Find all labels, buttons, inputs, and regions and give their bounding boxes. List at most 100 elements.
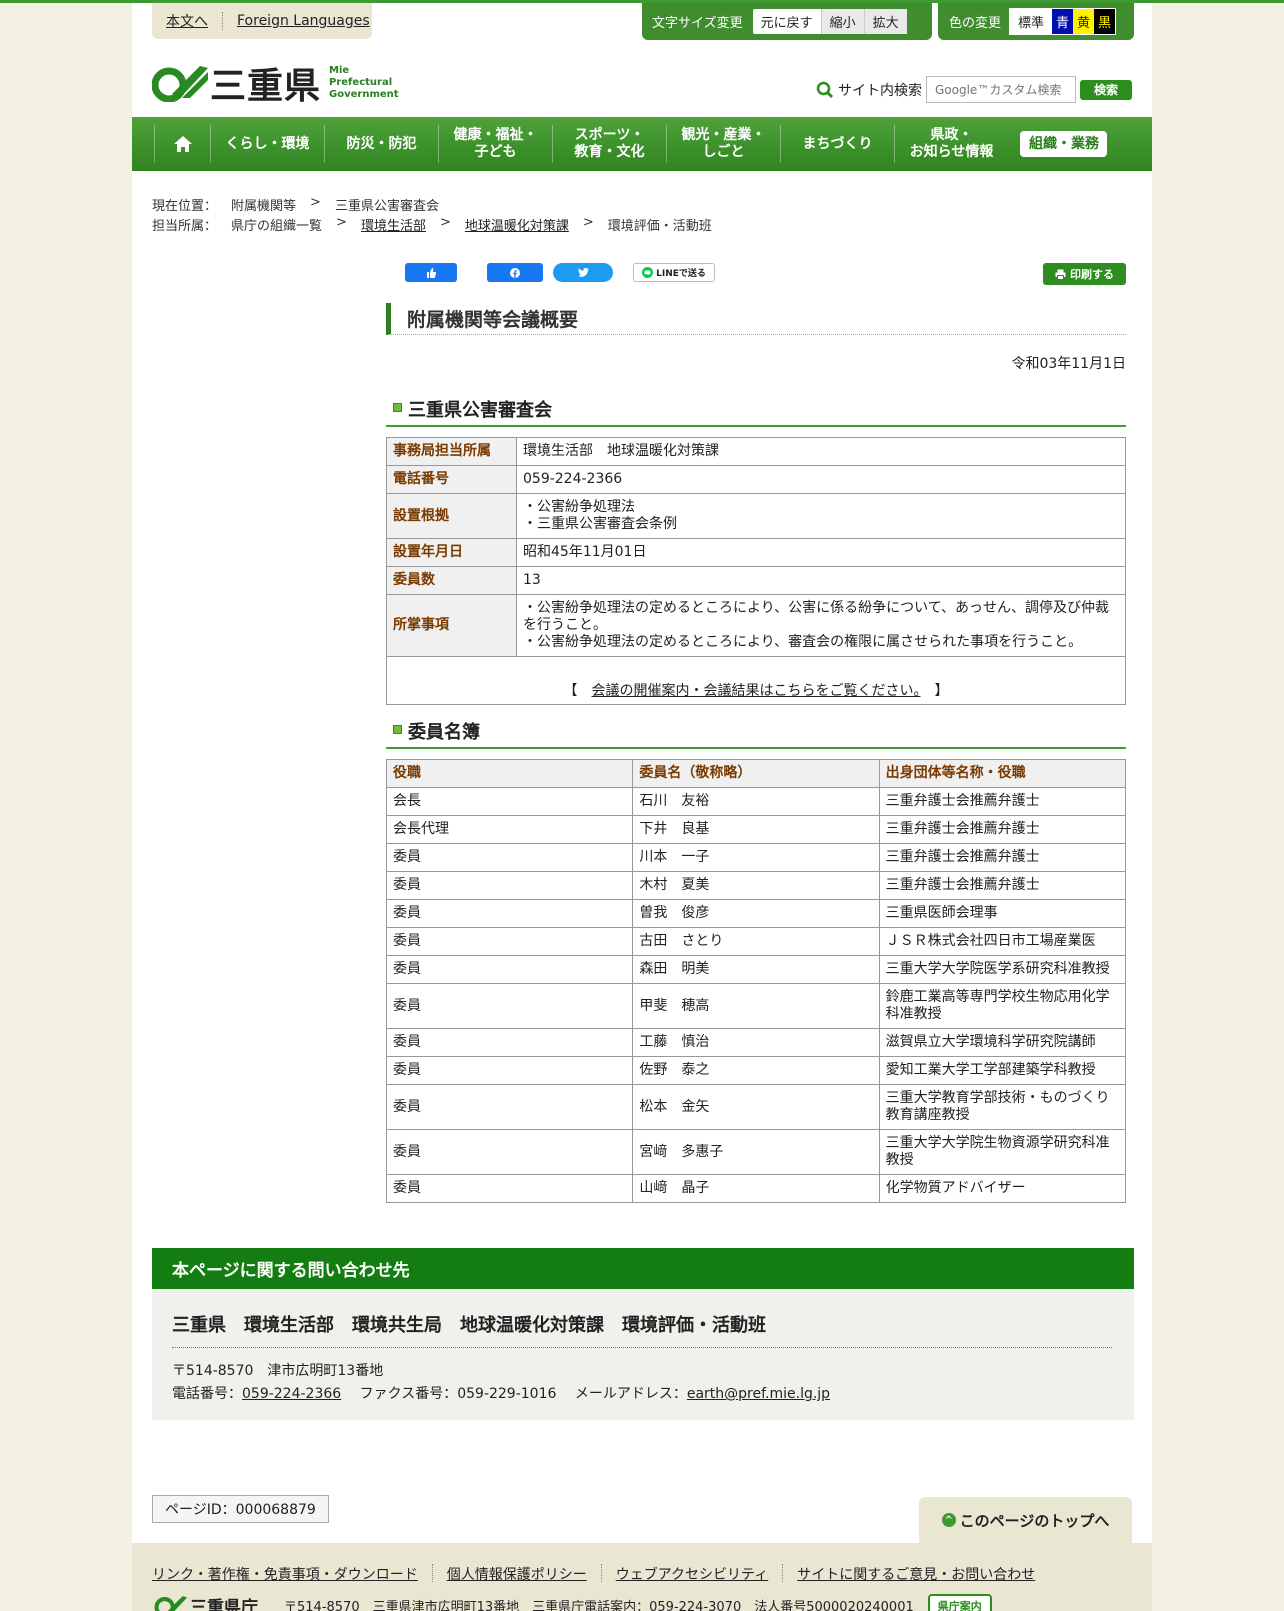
- breadcrumb-current: 現在位置： 附属機関等 > 三重県公害審査会: [152, 195, 453, 214]
- skip-to-content-link[interactable]: 本文へ: [166, 11, 208, 31]
- nav-item-disaster[interactable]: 防災・防犯: [324, 125, 438, 163]
- info-value-line: 13: [523, 572, 541, 588]
- breadcrumb-label: 担当所属：: [152, 219, 218, 234]
- nav-item-life[interactable]: くらし・環境: [210, 125, 324, 163]
- print-button[interactable]: 印刷する: [1043, 263, 1126, 285]
- divider: [431, 1564, 433, 1582]
- breadcrumb-item: 三重県公害審査会: [334, 199, 439, 214]
- nav-item-sports[interactable]: スポーツ・ 教育・文化: [552, 125, 666, 163]
- meeting-link-cell: 【会議の開催案内・会議結果はこちらをご覧ください。】: [386, 656, 1126, 705]
- member-name: 石川 友裕: [632, 787, 880, 816]
- color-standard-button[interactable]: 標準: [1010, 9, 1053, 34]
- footer-link[interactable]: ウェブアクセシビリティ: [616, 1564, 768, 1584]
- breadcrumb-link[interactable]: 地球温暖化対策課: [465, 215, 569, 234]
- logo-en-line: Mie: [329, 65, 350, 76]
- contact-box: 本ページに関する問い合わせ先 三重県 環境生活部 環境共生局 地球温暖化対策課 …: [152, 1248, 1134, 1420]
- breadcrumb-link[interactable]: 環境生活部: [361, 215, 426, 234]
- font-smaller-button[interactable]: 縮小: [820, 9, 864, 34]
- nav-item-prefecture[interactable]: 県政・ お知らせ情報: [894, 125, 1008, 163]
- color-black-button[interactable]: 黒: [1094, 9, 1116, 34]
- member-affiliation: 鈴鹿工業高等専門学校生物応用化学科准教授: [878, 983, 1127, 1029]
- member-affiliation: 三重弁護士会推薦弁護士: [878, 843, 1127, 872]
- meeting-link-row: 【会議の開催案内・会議結果はこちらをご覧ください。】: [386, 656, 1126, 705]
- breadcrumb-separator: >: [582, 215, 594, 230]
- nav-home[interactable]: [154, 125, 210, 163]
- info-value-line: 環境生活部 地球温暖化対策課: [523, 443, 719, 459]
- member-name: 古田 さとり: [632, 927, 880, 956]
- fax-text: ファクス番号：059-229-1016: [359, 1386, 557, 1402]
- color-blue-button[interactable]: 青: [1052, 9, 1074, 34]
- printer-icon: [1055, 269, 1066, 280]
- member-affiliation: ＪＳＲ株式会社四日市工場産業医: [878, 927, 1127, 956]
- table-row: 委員 木村 夏美 三重弁護士会推薦弁護士: [385, 871, 1127, 900]
- footer-info: 三重県庁 〒514-8570 三重県津市広明町13番地 三重県庁電話案内：059…: [152, 1593, 992, 1611]
- info-value-line: 昭和45年11月01日: [523, 544, 647, 560]
- member-role: 委員: [385, 899, 634, 928]
- font-size-buttons: 元に戻す 縮小 拡大: [752, 9, 907, 34]
- nav-item-town[interactable]: まちづくり: [780, 125, 894, 163]
- logo-en-line: Government: [329, 89, 399, 100]
- color-buttons: 標準 青 黄 黒: [1009, 8, 1117, 35]
- page-id: ページID：000068879: [152, 1495, 329, 1523]
- page-title: 附属機関等会議概要: [386, 303, 1126, 335]
- office-guide-button[interactable]: 県庁案内: [927, 1593, 992, 1611]
- info-label: 事務局担当所属: [386, 437, 517, 466]
- member-role: 委員: [385, 1028, 634, 1057]
- member-name: 木村 夏美: [632, 871, 880, 900]
- breadcrumb-separator: >: [310, 195, 321, 210]
- nav-item-health[interactable]: 健康・福祉・ 子ども: [438, 125, 552, 163]
- bracket-close: 】: [934, 683, 949, 699]
- divider: [600, 1564, 602, 1582]
- color-yellow-button[interactable]: 黄: [1073, 9, 1095, 34]
- search-button[interactable]: 検索: [1080, 79, 1132, 100]
- table-row: 委員 松本 金矢 三重大学教育学部技術・ものづくり教育講座教授: [385, 1084, 1127, 1130]
- info-row: 事務局担当所属 環境生活部 地球温暖化対策課: [386, 437, 1126, 466]
- nav-item-tourism[interactable]: 観光・産業・ しごと: [666, 125, 780, 163]
- info-value-line: ・公害紛争処理法: [523, 499, 635, 515]
- footer-link[interactable]: 個人情報保護ポリシー: [447, 1564, 587, 1584]
- facebook-like-button[interactable]: [405, 263, 457, 282]
- line-share-button[interactable]: LINEで送る: [633, 263, 715, 282]
- page: 本文へ Foreign Languages 文字サイズ変更 元に戻す 縮小 拡大…: [132, 3, 1152, 1611]
- table-row: 委員 森田 明美 三重大学大学院医学系研究科准教授: [385, 955, 1127, 984]
- meeting-results-link[interactable]: 会議の開催案内・会議結果はこちらをご覧ください。: [592, 683, 921, 699]
- utility-links: 本文へ Foreign Languages: [152, 3, 372, 39]
- search-input[interactable]: [926, 76, 1076, 103]
- twitter-share-button[interactable]: [553, 263, 613, 282]
- logo-en-line: Prefectural: [329, 77, 393, 88]
- member-name: 工藤 慎治: [632, 1028, 880, 1057]
- mail-link[interactable]: earth@pref.mie.lg.jp: [687, 1386, 830, 1402]
- column-header: 出身団体等名称・役職: [878, 759, 1127, 788]
- info-label: 設置年月日: [386, 538, 517, 567]
- contact-organization: 三重県 環境生活部 環境共生局 地球温暖化対策課 環境評価・活動班: [172, 1311, 1112, 1348]
- info-row: 委員数 13: [386, 566, 1126, 595]
- font-larger-button[interactable]: 拡大: [863, 9, 907, 34]
- member-name: 下井 良基: [632, 815, 880, 844]
- info-row: 電話番号 059-224-2366: [386, 465, 1126, 494]
- contact-address: 〒514-8570 津市広明町13番地: [172, 1363, 384, 1379]
- font-reset-button[interactable]: 元に戻す: [753, 9, 821, 34]
- back-to-top-button[interactable]: ^ このページのトップへ: [919, 1497, 1132, 1543]
- phone-link[interactable]: 059-224-2366: [242, 1386, 341, 1402]
- facebook-share-button[interactable]: [487, 263, 543, 282]
- contact-details: 〒514-8570 津市広明町13番地 電話番号：059-224-2366 ファ…: [172, 1360, 1114, 1406]
- thumbs-up-icon: [427, 267, 436, 278]
- home-icon: [173, 136, 192, 152]
- member-affiliation: 三重大学教育学部技術・ものづくり教育講座教授: [878, 1084, 1127, 1130]
- column-header: 委員名（敬称略）: [632, 759, 880, 788]
- nav-item-organization[interactable]: 組織・業務: [1020, 131, 1107, 157]
- site-logo[interactable]: 三重県 Mie Prefectural Government: [152, 57, 399, 109]
- bracket-open: 【: [563, 683, 578, 699]
- foreign-languages-link[interactable]: Foreign Languages: [237, 13, 370, 29]
- footer-link[interactable]: サイトに関するご意見・お問い合わせ: [797, 1564, 1035, 1584]
- footer-link[interactable]: リンク・著作権・免責事項・ダウンロード: [152, 1564, 418, 1584]
- member-role: 委員: [385, 843, 634, 872]
- breadcrumb-department: 担当所属： 県庁の組織一覧 > 環境生活部 > 地球温暖化対策課 > 環境評価・…: [152, 215, 726, 234]
- line-share-label: LINEで送る: [656, 269, 706, 279]
- facebook-icon: [510, 267, 520, 278]
- section-heading-council: 三重県公害審査会: [386, 393, 1126, 427]
- member-role: 会長: [385, 787, 634, 816]
- info-value: ・公害紛争処理法の定めるところにより、公害に係る紛争について、あっせん、調停及び…: [516, 594, 1126, 657]
- nav-label: 教育・文化: [574, 144, 645, 160]
- member-role: 委員: [385, 983, 634, 1029]
